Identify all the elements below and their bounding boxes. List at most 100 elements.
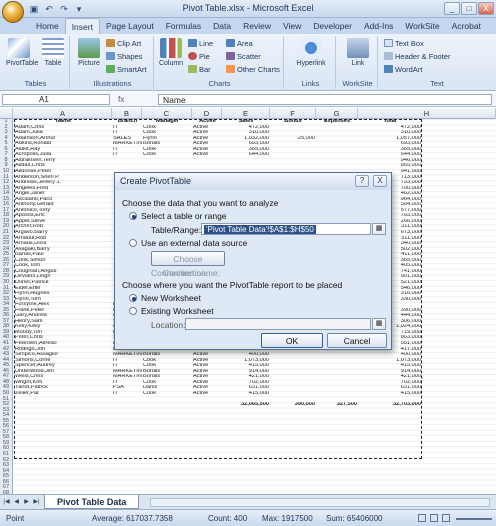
text-group: Text Box Header & Footer WordArt Text	[380, 36, 494, 89]
tab-acrobat[interactable]: Acrobat	[446, 18, 487, 34]
dialog-title: Create PivotTable	[115, 173, 391, 190]
column-header-g[interactable]: G	[316, 108, 358, 119]
worksite-group-label: WorkSite	[342, 79, 373, 88]
restore-button[interactable]: □	[461, 2, 477, 15]
prev-sheet-icon[interactable]: ◀	[12, 497, 21, 507]
location-picker-icon[interactable]: ▦	[372, 318, 386, 330]
pie-chart-icon	[188, 52, 197, 60]
cancel-button[interactable]: Cancel	[327, 333, 387, 348]
office-button[interactable]	[2, 1, 24, 23]
wordart-button[interactable]: WordArt	[384, 65, 422, 74]
column-header-f[interactable]: F	[270, 108, 316, 119]
tab-home[interactable]: Home	[30, 18, 65, 34]
name-box[interactable]: A1	[2, 94, 110, 105]
close-button[interactable]: X	[478, 2, 494, 15]
first-sheet-icon[interactable]: |◀	[2, 497, 11, 507]
tab-data[interactable]: Data	[207, 18, 237, 34]
column-chart-button[interactable]: Column	[158, 38, 184, 67]
location-label: Location:	[151, 320, 186, 330]
tab-add-ins[interactable]: Add-Ins	[358, 18, 399, 34]
table-range-input[interactable]: 'Pivot Table Data'!$A$1:$H$50	[201, 223, 371, 235]
range-picker-icon[interactable]: ▦	[372, 223, 386, 235]
ribbon-tabs: Home Insert Page Layout Formulas Data Review V…	[0, 18, 496, 34]
shapes-icon	[106, 52, 115, 60]
scatter-chart-button[interactable]: Scatter	[226, 52, 261, 61]
area-chart-button[interactable]: Area	[226, 39, 253, 48]
line-chart-button[interactable]: Line	[188, 39, 213, 48]
tables-group-label: Tables	[24, 79, 47, 88]
charts-group-label: Charts	[208, 79, 231, 88]
status-average: Average: 617037.7358	[92, 514, 173, 523]
other-charts-button[interactable]: Other Charts	[226, 65, 280, 74]
ok-button[interactable]: OK	[261, 333, 323, 348]
external-source-label: Use an external data source	[141, 238, 248, 248]
illustrations-group-label: Illustrations	[93, 79, 132, 88]
column-header-e[interactable]: E	[222, 108, 270, 119]
existing-worksheet-label: Existing Worksheet	[141, 306, 214, 316]
tab-review[interactable]: Review	[237, 18, 277, 34]
tab-developer[interactable]: Developer	[307, 18, 358, 34]
tab-page-layout[interactable]: Page Layout	[100, 18, 160, 34]
picture-button[interactable]: Picture	[76, 38, 102, 67]
column-chart-icon	[160, 38, 182, 58]
tab-view[interactable]: View	[277, 18, 307, 34]
existing-worksheet-radio[interactable]	[129, 307, 137, 315]
status-bar: Point Average: 617037.7358 Count: 400 Ma…	[0, 509, 496, 526]
pie-chart-button[interactable]: Pie	[188, 52, 210, 61]
pivottable-icon	[8, 38, 30, 58]
zoom-slider[interactable]	[456, 518, 492, 520]
column-header-c[interactable]: C	[142, 108, 192, 119]
links-group: Hyperlink Links	[286, 36, 336, 89]
wordart-icon	[384, 65, 393, 73]
smartart-button[interactable]: SmartArt	[106, 65, 147, 74]
table-button[interactable]: Table	[40, 38, 66, 67]
shapes-button[interactable]: Shapes	[106, 52, 142, 61]
dialog-close-button[interactable]: X	[373, 175, 387, 187]
tab-formulas[interactable]: Formulas	[160, 18, 207, 34]
smartart-icon	[106, 65, 115, 73]
hyperlink-button[interactable]: Hyperlink	[290, 38, 332, 67]
new-worksheet-radio[interactable]	[129, 294, 137, 302]
page-layout-view-icon[interactable]	[430, 514, 438, 522]
area-chart-icon	[226, 39, 235, 47]
column-header-h[interactable]: H	[358, 108, 496, 119]
page-break-view-icon[interactable]	[442, 514, 450, 522]
header-footer-button[interactable]: Header & Footer	[384, 52, 450, 61]
bar-chart-button[interactable]: Bar	[188, 65, 211, 74]
normal-view-icon[interactable]	[418, 514, 426, 522]
tab-worksite[interactable]: WorkSite	[399, 18, 445, 34]
formula-input[interactable]: Name	[158, 94, 492, 105]
select-range-radio[interactable]	[129, 212, 137, 220]
text-box-icon	[384, 39, 393, 47]
column-header-d[interactable]: D	[192, 108, 222, 119]
text-box-button[interactable]: Text Box	[384, 39, 424, 48]
sheet-tab-pivot-table-data[interactable]: Pivot Table Data	[44, 495, 140, 509]
tab-insert[interactable]: Insert	[64, 18, 100, 34]
help-button[interactable]: ?	[355, 175, 369, 187]
link-button[interactable]: Link	[345, 38, 371, 67]
horizontal-scrollbar[interactable]	[150, 498, 490, 507]
select-all-corner[interactable]	[0, 108, 13, 119]
text-group-label: Text	[430, 79, 444, 88]
next-sheet-icon[interactable]: ▶	[22, 497, 31, 507]
bar-chart-icon	[188, 65, 197, 73]
last-sheet-icon[interactable]: ▶|	[32, 497, 41, 507]
status-max: Max: 1917500	[262, 514, 313, 523]
function-icon[interactable]: fx	[118, 94, 154, 105]
minimize-button[interactable]: _	[444, 2, 460, 15]
sheet-tab-bar: |◀ ◀ ▶ ▶| Pivot Table Data	[0, 494, 496, 509]
column-header-a[interactable]: A	[14, 108, 112, 119]
pivottable-button[interactable]: PivotTable	[6, 38, 38, 67]
status-sum: Sum: 65406000	[326, 514, 383, 523]
choose-connection-button[interactable]: Choose Connection...	[151, 251, 225, 278]
worksite-group: Link WorkSite	[338, 36, 378, 89]
location-input[interactable]	[185, 318, 371, 330]
table-icon	[42, 38, 64, 58]
clip-art-button[interactable]: Clip Art	[106, 39, 141, 48]
column-header-b[interactable]: B	[112, 108, 142, 119]
table-range-label: Table/Range:	[151, 225, 202, 235]
title-bar: ▣ ↶ ↷ ▾ Pivot Table.xlsx - Microsoft Exc…	[0, 0, 496, 18]
external-source-radio[interactable]	[129, 239, 137, 247]
picture-icon	[78, 38, 100, 58]
header-footer-icon	[384, 52, 393, 60]
